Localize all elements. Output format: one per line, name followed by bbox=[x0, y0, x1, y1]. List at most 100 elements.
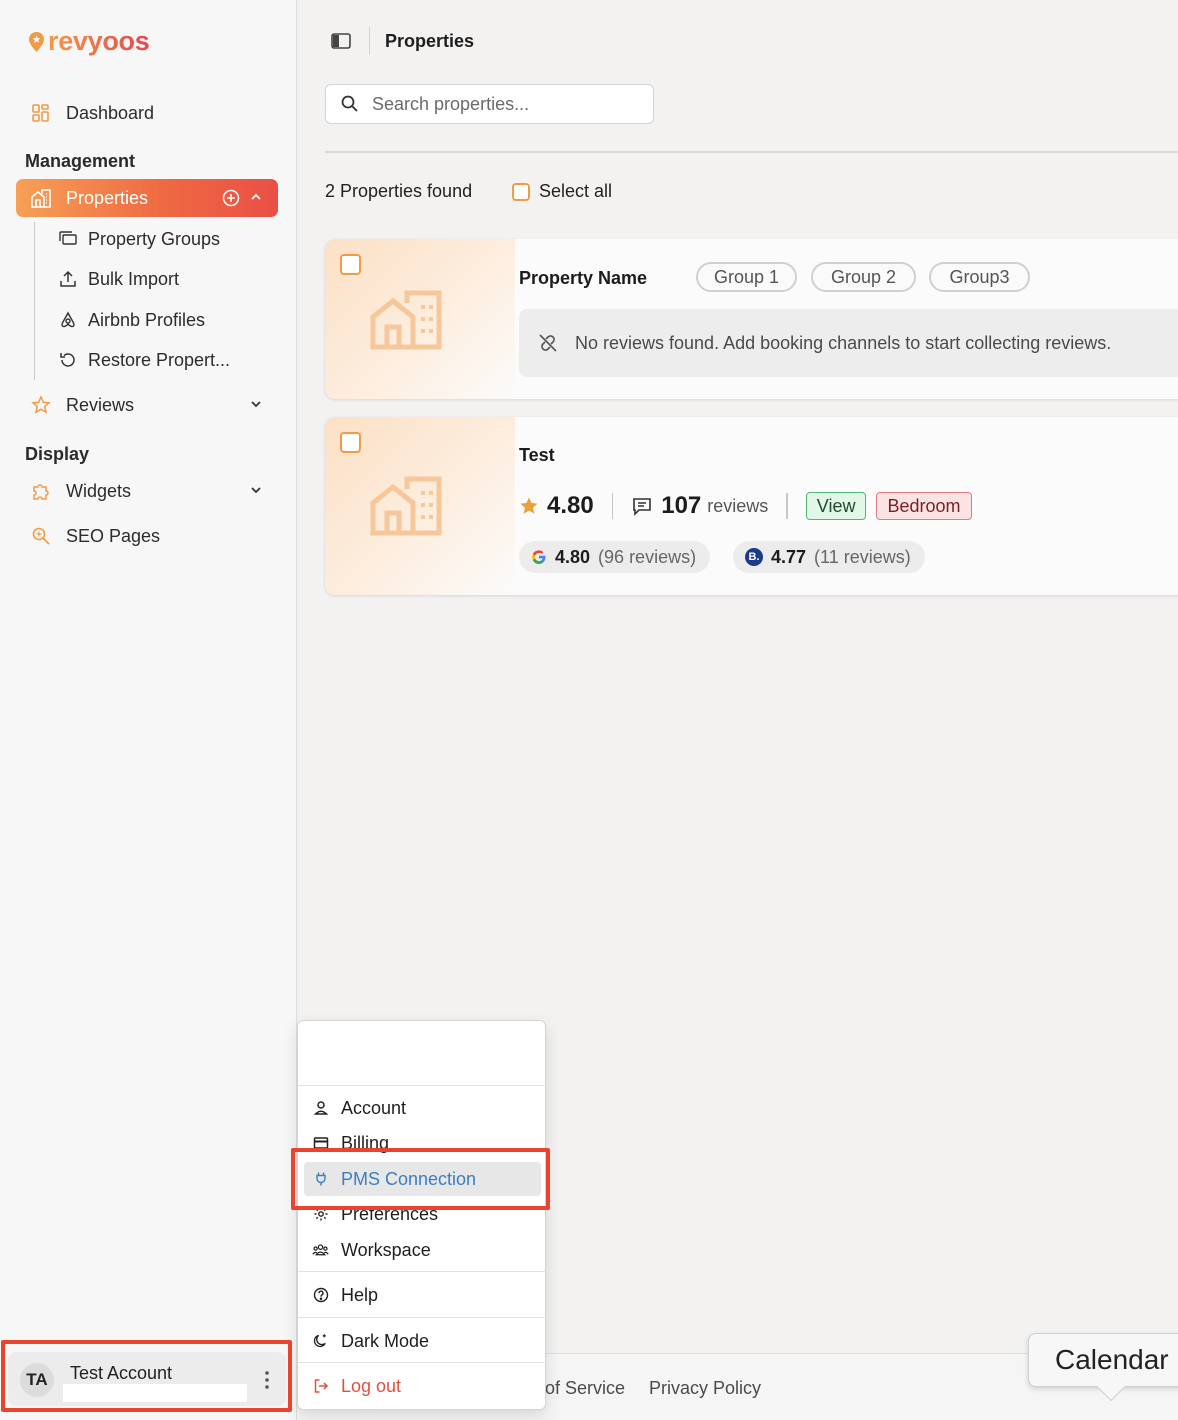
menu-item-label: Log out bbox=[341, 1375, 402, 1396]
checkbox-box[interactable] bbox=[512, 182, 530, 201]
dashboard-grid-icon bbox=[30, 102, 52, 124]
menu-item-label: Preferences bbox=[341, 1203, 439, 1224]
revyoos-logo[interactable]: revyoos bbox=[28, 26, 150, 57]
group-chip[interactable]: Group 2 bbox=[811, 262, 916, 292]
property-name: Property Name bbox=[519, 268, 648, 288]
select-all-checkbox[interactable]: Select all bbox=[512, 181, 612, 202]
search-input[interactable] bbox=[372, 93, 632, 115]
sidebar-item-bulk-import[interactable]: Bulk Import bbox=[58, 264, 179, 294]
moon-sparkle-icon bbox=[312, 1333, 329, 1350]
review-count-unit: reviews bbox=[707, 495, 769, 516]
no-reviews-notice: No reviews found. Add booking channels t… bbox=[519, 309, 1178, 377]
upload-icon bbox=[58, 269, 78, 289]
sidebar-item-label: Reviews bbox=[66, 394, 135, 415]
menu-item-label: Workspace bbox=[341, 1239, 431, 1260]
menu-divider bbox=[298, 1362, 547, 1363]
privacy-policy-link[interactable]: Privacy Policy bbox=[649, 1378, 761, 1399]
overall-rating: 4.80 bbox=[547, 492, 594, 519]
sidebar-item-reviews[interactable]: Reviews bbox=[16, 386, 278, 424]
rating-summary: 4.80 107 reviews View Bedroom bbox=[519, 489, 982, 523]
sub-item-label: Property Groups bbox=[88, 228, 221, 249]
property-card[interactable]: Test 4.80 107 reviews View Bedroom 4.80 … bbox=[325, 417, 1178, 595]
chevron-up-icon[interactable] bbox=[248, 189, 264, 205]
notice-text: No reviews found. Add booking channels t… bbox=[575, 332, 1112, 353]
divider bbox=[786, 493, 788, 519]
booking-icon: B. bbox=[745, 548, 763, 566]
restore-icon bbox=[58, 350, 78, 370]
property-name: Test bbox=[519, 445, 555, 465]
menu-item-pms-connection[interactable]: PMS Connection bbox=[304, 1162, 541, 1196]
sidebar-item-label: Dashboard bbox=[66, 102, 155, 123]
terms-of-service-link[interactable]: of Service bbox=[545, 1378, 625, 1399]
sidebar-item-restore-properties[interactable]: Restore Propert... bbox=[58, 345, 230, 375]
property-select-checkbox[interactable] bbox=[340, 254, 361, 275]
section-title-management: Management bbox=[25, 151, 136, 171]
booking-rating-pill: B. 4.77 (11 reviews) bbox=[733, 541, 925, 573]
menu-item-workspace[interactable]: Workspace bbox=[304, 1234, 541, 1266]
unlink-icon bbox=[537, 332, 559, 354]
page-title: Properties bbox=[385, 31, 475, 51]
submenu-guide-line bbox=[34, 222, 35, 380]
menu-item-label: Help bbox=[341, 1284, 379, 1305]
property-select-checkbox[interactable] bbox=[340, 432, 361, 453]
property-card[interactable]: Property Name Group 1 Group 2 Group3 No … bbox=[325, 239, 1178, 399]
menu-divider bbox=[298, 1085, 547, 1086]
menu-divider bbox=[298, 1317, 547, 1318]
tag-view[interactable]: View bbox=[805, 492, 867, 520]
menu-item-account[interactable]: Account bbox=[304, 1092, 541, 1124]
more-vertical-icon[interactable] bbox=[262, 1369, 272, 1391]
sidebar-item-property-groups[interactable]: Property Groups bbox=[58, 224, 220, 254]
search-box[interactable] bbox=[325, 84, 654, 124]
airbnb-icon bbox=[58, 310, 78, 330]
menu-item-label: Dark Mode bbox=[341, 1330, 430, 1351]
group-chip[interactable]: Group3 bbox=[929, 262, 1030, 292]
divider bbox=[611, 493, 614, 519]
sidebar-item-label: Properties bbox=[66, 187, 149, 208]
chevron-down-icon[interactable] bbox=[248, 396, 264, 412]
header-divider bbox=[369, 27, 370, 55]
menu-item-log-out[interactable]: Log out bbox=[304, 1370, 541, 1402]
sidebar-item-widgets[interactable]: Widgets bbox=[16, 472, 278, 510]
seo-search-icon bbox=[30, 525, 52, 547]
tag-bedroom[interactable]: Bedroom bbox=[876, 492, 972, 520]
plug-icon bbox=[312, 1171, 329, 1188]
star-outline-icon bbox=[30, 394, 52, 416]
search-icon bbox=[340, 94, 360, 114]
account-switcher[interactable]: TA Test Account bbox=[8, 1352, 286, 1406]
group-chip[interactable]: Group 1 bbox=[696, 262, 797, 292]
sub-item-label: Restore Propert... bbox=[88, 349, 231, 370]
menu-item-label: Billing bbox=[341, 1132, 390, 1153]
building-placeholder-icon bbox=[370, 290, 442, 350]
sidebar: revyoos Dashboard Management Properties … bbox=[0, 0, 297, 1420]
sidebar-item-properties[interactable]: Properties bbox=[16, 179, 278, 217]
menu-divider bbox=[298, 1271, 547, 1272]
sidebar-item-airbnb-profiles[interactable]: Airbnb Profiles bbox=[58, 305, 205, 335]
tooltip-text: Calendar bbox=[1055, 1344, 1169, 1375]
property-thumbnail bbox=[325, 239, 515, 399]
add-property-icon[interactable] bbox=[222, 189, 240, 207]
sidebar-item-label: Widgets bbox=[66, 480, 132, 501]
menu-item-preferences[interactable]: Preferences bbox=[304, 1198, 541, 1230]
building-placeholder-icon bbox=[370, 476, 442, 536]
google-rating-pill: 4.80 (96 reviews) bbox=[519, 541, 711, 573]
sub-item-label: Bulk Import bbox=[88, 268, 180, 289]
gear-icon bbox=[312, 1206, 329, 1223]
menu-item-dark-mode[interactable]: Dark Mode bbox=[304, 1325, 541, 1357]
menu-item-help[interactable]: Help bbox=[304, 1279, 541, 1311]
chevron-down-icon[interactable] bbox=[248, 482, 264, 498]
buildings-icon bbox=[30, 187, 52, 209]
credit-card-icon bbox=[312, 1135, 329, 1152]
sidebar-item-seo-pages[interactable]: SEO Pages bbox=[16, 517, 278, 555]
puzzle-icon bbox=[30, 480, 52, 502]
sidebar-item-dashboard[interactable]: Dashboard bbox=[16, 94, 278, 132]
menu-item-billing[interactable]: Billing bbox=[304, 1127, 541, 1159]
source-score: 4.80 bbox=[555, 546, 591, 567]
user-menu: Account Billing Preferences PMS Connecti… bbox=[297, 1020, 547, 1410]
property-thumbnail bbox=[325, 417, 515, 595]
properties-count: 2 Properties found bbox=[325, 181, 473, 201]
google-icon bbox=[531, 549, 547, 565]
review-count: 107 bbox=[661, 492, 702, 519]
source-score: 4.77 bbox=[771, 546, 807, 567]
sidebar-toggle-icon[interactable] bbox=[330, 31, 352, 51]
star-icon bbox=[519, 496, 539, 516]
